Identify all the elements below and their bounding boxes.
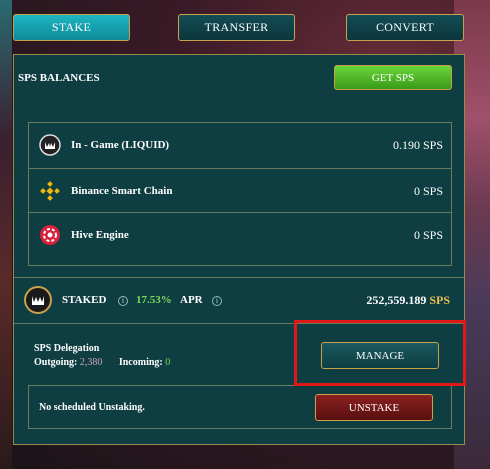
staked-amount-value: 252,559.189 [366,293,427,307]
balances-list: In - Game (LIQUID) 0.190 SPS Binance Sma… [28,122,452,266]
balance-value: 0.190 SPS [392,137,443,152]
staked-row: STAKED i 17.53% APR i 252,559.189 SPS [14,277,464,321]
splinterlands-icon [39,134,61,156]
balance-row-ingame: In - Game (LIQUID) 0.190 SPS [29,123,451,167]
hive-engine-icon [40,225,60,245]
info-icon[interactable]: i [118,296,128,306]
highlight-box [294,320,466,386]
balance-label: Binance Smart Chain [71,185,173,197]
get-sps-button[interactable]: GET SPS [334,65,452,90]
balance-value: 0 SPS [413,183,443,198]
delegation-title: SPS Delegation [34,343,100,354]
info-icon[interactable]: i [212,296,222,306]
tab-convert[interactable]: CONVERT [346,14,464,41]
balance-label: In - Game (LIQUID) [71,139,170,151]
background-left [0,0,12,469]
outgoing-value: 2,380 [79,357,103,368]
staked-unit: SPS [429,293,450,307]
balance-row-hive: Hive Engine 0 SPS [29,213,451,257]
balance-value: 0 SPS [413,227,443,242]
delegation-stats: Outgoing: 2,380 Incoming: 0 [34,357,170,368]
apr-value: 17.53% [136,294,172,306]
unstake-button[interactable]: UNSTAKE [315,394,433,421]
balance-label: Hive Engine [71,229,129,241]
tab-transfer[interactable]: TRANSFER [178,14,295,41]
tab-stake[interactable]: STAKE [13,14,130,41]
binance-icon [40,181,60,201]
balance-row-bsc: Binance Smart Chain 0 SPS [29,169,451,213]
outgoing-label: Outgoing: [34,357,78,368]
unstake-status: No scheduled Unstaking. [39,402,145,413]
panel-title: SPS BALANCES [18,72,100,84]
apr-label: APR [180,294,203,306]
staked-amount: 252,559.189 SPS [366,293,450,308]
sps-token-icon [24,286,52,314]
incoming-label: Incoming: [118,357,163,368]
staked-label: STAKED [62,294,107,306]
incoming-value: 0 [165,357,171,368]
sps-balances-panel: SPS BALANCES GET SPS In - Game (LIQUID) … [13,54,465,445]
unstake-row: No scheduled Unstaking. UNSTAKE [28,385,452,429]
